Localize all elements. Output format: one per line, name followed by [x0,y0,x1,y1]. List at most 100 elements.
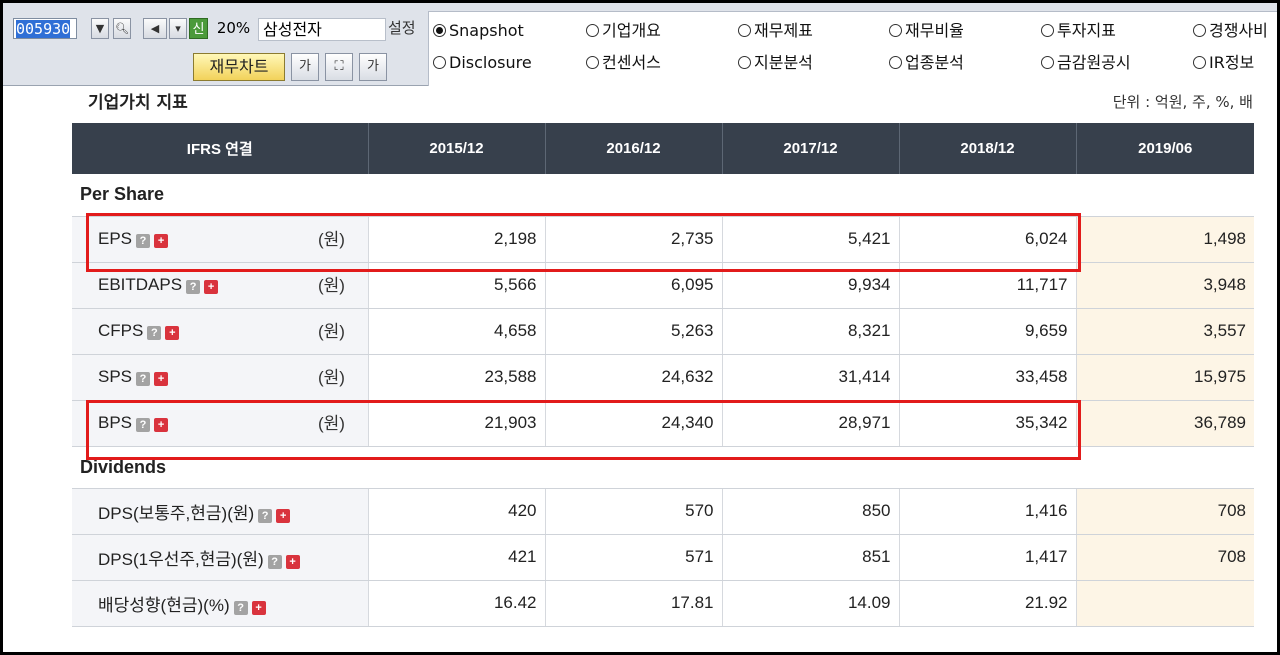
value-cell: 851 [722,534,900,581]
table-row: SPS? + (원) 23,588 24,632 31,414 33,458 15,975 [72,354,1254,401]
expand-plus-icon[interactable]: + [276,508,291,523]
credit-badge: 신 [189,18,208,39]
table-row: EPS? + (원) 2,198 2,735 5,421 6,024 1,498 [72,216,1254,263]
value-cell: 6,024 [899,216,1077,263]
expand-icon[interactable]: ⛶ [325,53,353,81]
unit-note: 단위 : 억원, 주, %, 배 [1112,93,1253,111]
help-icon[interactable]: ? [136,372,151,386]
value-cell: 6,095 [545,262,723,309]
radio-empty-icon [433,56,446,69]
group-title: Per Share [72,174,1254,217]
value-cell: 708 [1076,488,1254,535]
value-cell: 2,198 [368,216,546,263]
value-cell: 15,975 [1076,354,1254,401]
radio-empty-icon [586,24,599,37]
menu-radio-label: 업종분석 [905,53,964,72]
radio-empty-icon [889,56,902,69]
help-icon[interactable]: ? [233,600,248,615]
value-cell: 5,263 [545,308,723,355]
value-cell: 3,948 [1076,262,1254,309]
menu-radio-11[interactable]: IR정보 [1193,53,1254,73]
code-dropdown-button[interactable]: ▼ [91,18,109,39]
row-label: 배당성향(현금)(%) [98,595,230,615]
value-cell: 33,458 [899,354,1077,401]
menu-radio-10[interactable]: 금감원공시 [1041,53,1131,73]
expand-plus-icon[interactable]: + [204,280,219,294]
help-icon[interactable]: ? [267,554,282,569]
value-cell [1076,580,1254,627]
value-cell: 5,421 [722,216,900,263]
value-cell: 1,416 [899,488,1077,535]
menu-radio-label: 기업개요 [602,21,661,40]
help-icon[interactable]: ? [136,234,151,248]
expand-plus-icon[interactable]: + [165,326,180,340]
expand-plus-icon[interactable]: + [285,554,300,569]
row-unit: (원) [318,413,345,433]
row-label: EPS [98,229,133,248]
menu-radio-3[interactable]: 재무비율 [889,21,964,41]
row-unit: (원) [318,229,345,249]
value-cell: 1,498 [1076,216,1254,263]
radio-empty-icon [1193,56,1206,69]
expand-plus-icon[interactable]: + [154,234,169,248]
expand-plus-icon[interactable]: + [154,372,169,386]
help-icon[interactable]: ? [186,280,201,294]
settings-button[interactable]: 설정 [388,18,416,39]
row-label: DPS(1우선주,현금)(원) [98,549,264,569]
table-row: BPS? + (원) 21,903 24,340 28,971 35,342 36,789 [72,400,1254,447]
speaker-icon[interactable]: ◀︎ [143,18,167,39]
stock-code-text: 005930 [16,20,71,38]
value-cell: 14.09 [722,580,900,627]
table-row: CFPS? + (원) 4,658 5,263 8,321 9,659 3,557 [72,308,1254,355]
row-label-cell: EBITDAPS? + (원) [72,262,369,309]
value-cell: 16.42 [368,580,546,627]
value-cell: 2,735 [545,216,723,263]
radio-selected-icon [433,24,446,37]
header-period[interactable]: 2019/06 [1076,123,1254,174]
expand-plus-icon[interactable]: + [251,600,266,615]
row-label-cell: DPS(1우선주,현금)(원)? + [72,534,369,581]
font-size-up-button[interactable]: 가 [359,53,387,81]
speaker-dropdown-button[interactable]: ▾ [169,18,187,39]
row-label: BPS [98,413,133,432]
menu-radio-8[interactable]: 지분분석 [738,53,813,73]
menu-radio-2[interactable]: 재무제표 [738,21,813,41]
menu-radio-1[interactable]: 기업개요 [586,21,661,41]
expand-plus-icon[interactable]: + [154,418,169,432]
font-size-down-button[interactable]: 가 [291,53,319,81]
header-period[interactable]: 2018/12 [899,123,1077,174]
row-label-cell: 배당성향(현금)(%)? + [72,580,369,627]
menu-radio-0[interactable]: Snapshot [433,21,524,41]
stock-name-field[interactable]: 삼성전자 [258,18,386,41]
row-unit: (원) [318,367,345,387]
menu-radio-5[interactable]: 경쟁사비 [1193,21,1268,41]
menu-radio-4[interactable]: 투자지표 [1041,21,1116,41]
row-label: SPS [98,367,133,386]
stock-code-input[interactable]: 005930 [13,18,77,39]
stock-selector-area: 005930 ▼ 🔍︎ ◀︎ ▾ 신 20% 삼성전자 설정 재무차트 가 ⛶ … [3,3,428,85]
header-period[interactable]: 2017/12 [722,123,900,174]
group-row: Per Share [72,174,1254,217]
table-row: DPS(1우선주,현금)(원)? +421 571 851 1,417 708 [72,534,1254,581]
row-label: EBITDAPS [98,275,183,294]
value-cell: 17.81 [545,580,723,627]
help-icon[interactable]: ? [136,418,151,432]
menu-radio-7[interactable]: 컨센서스 [586,53,661,73]
financial-chart-button[interactable]: 재무차트 [193,53,285,81]
row-label: CFPS [98,321,144,340]
menu-radio-9[interactable]: 업종분석 [889,53,964,73]
value-cell: 5,566 [368,262,546,309]
valuation-table: IFRS 연결 2015/12 2016/12 2017/12 2018/12 2019/… [72,123,1254,627]
menu-radio-label: 재무비율 [905,21,964,40]
radio-empty-icon [889,24,902,37]
font-btn-label-2: 가 [367,59,379,74]
header-period[interactable]: 2016/12 [545,123,723,174]
help-icon[interactable]: ? [147,326,162,340]
menu-radio-6[interactable]: Disclosure [433,53,532,73]
search-icon[interactable]: 🔍︎ [113,18,131,39]
header-period[interactable]: 2015/12 [368,123,546,174]
help-icon[interactable]: ? [258,508,273,523]
menu-radio-label: Snapshot [449,21,524,40]
value-cell: 11,717 [899,262,1077,309]
menu-radio-label: IR정보 [1209,53,1255,72]
